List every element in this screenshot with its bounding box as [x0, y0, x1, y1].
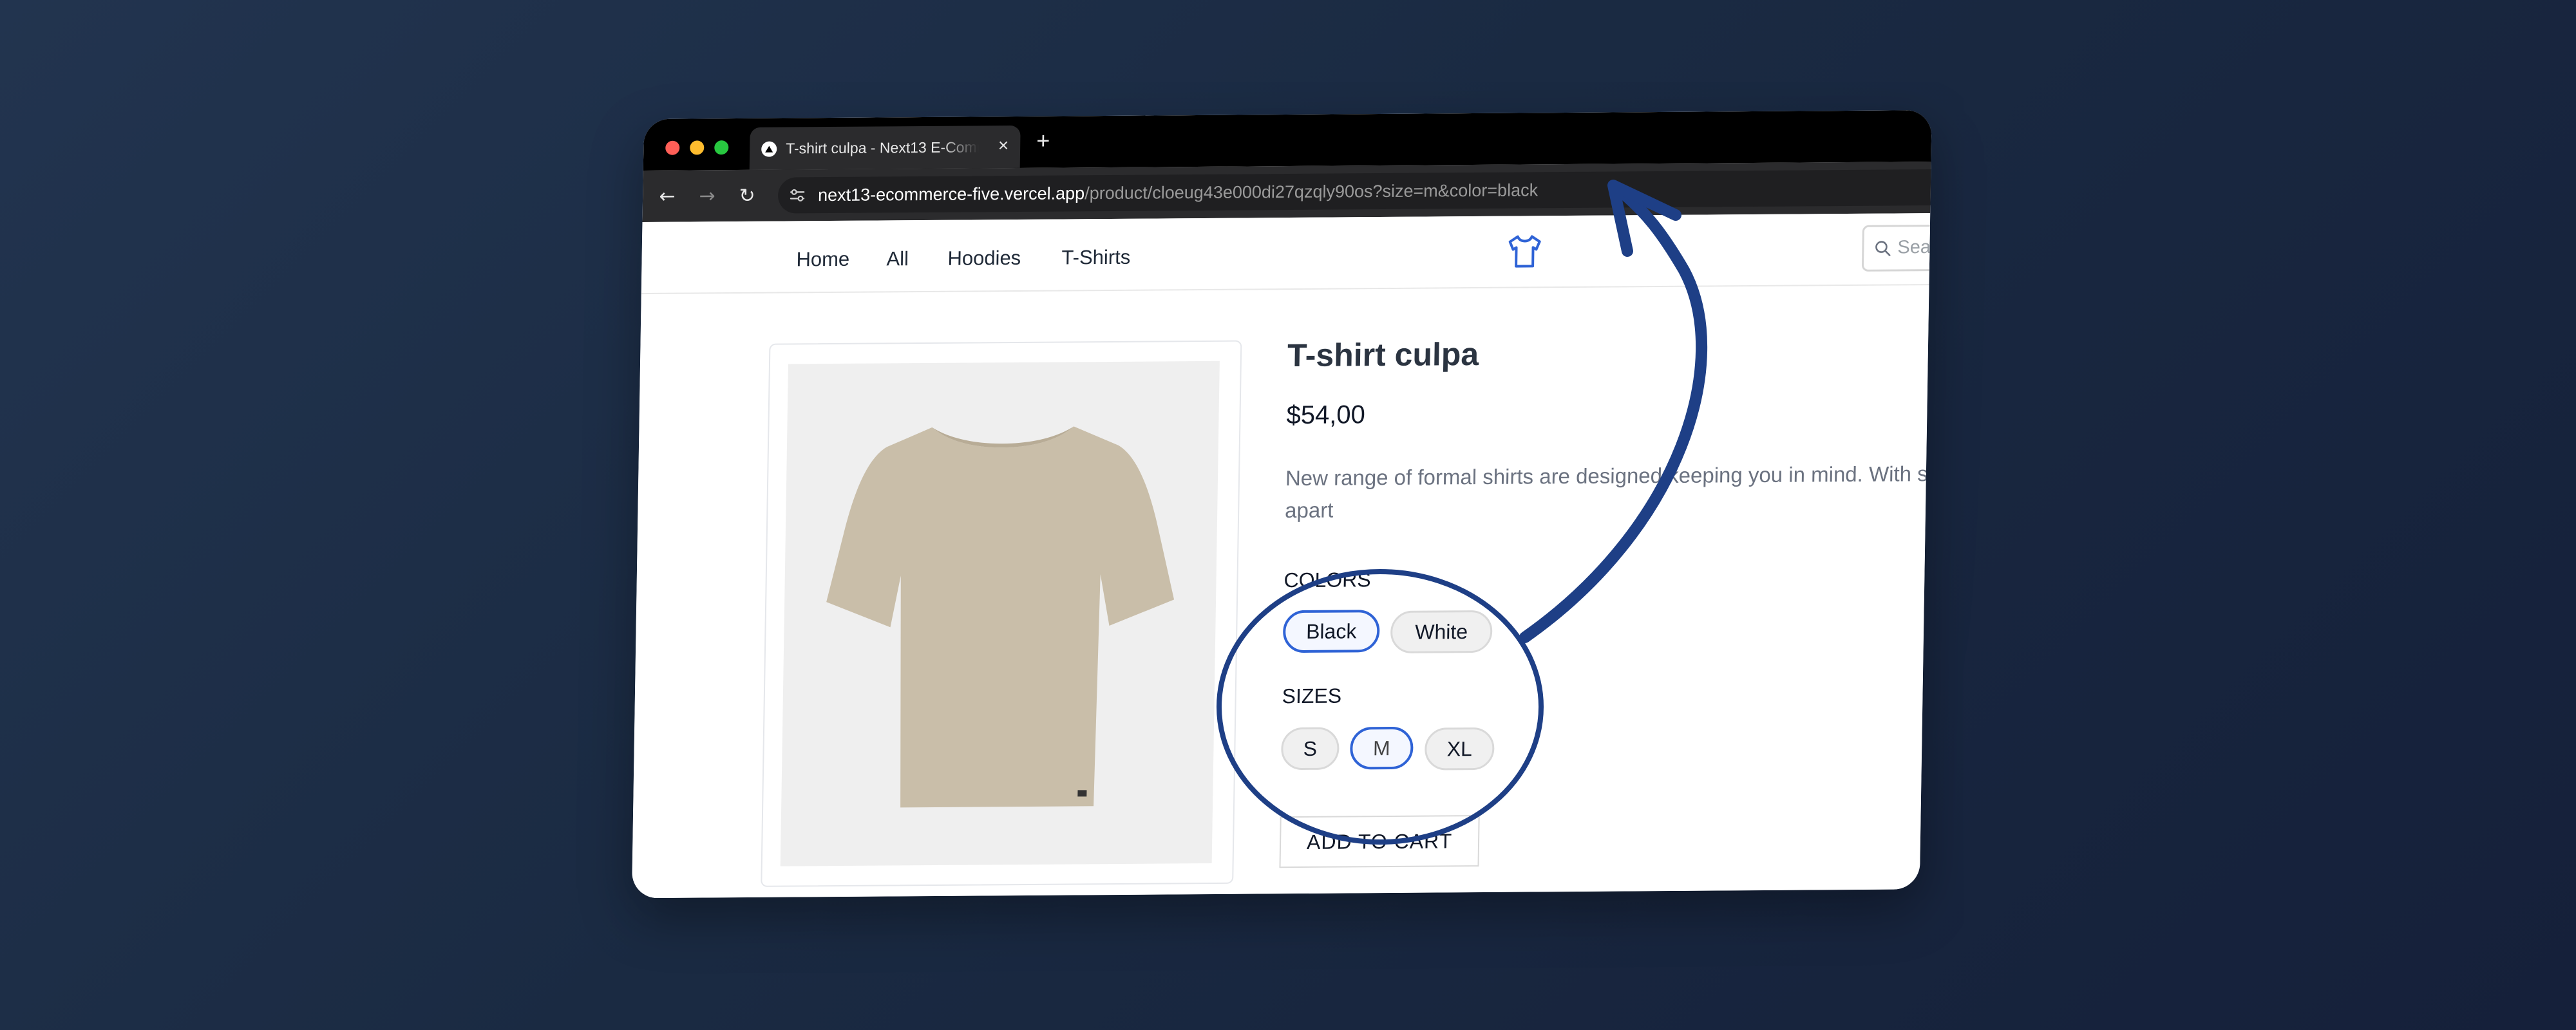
- url-path: /product/cloeug43e000di27qzqly90os?size=…: [1084, 180, 1539, 203]
- product-title: T-shirt culpa: [1287, 335, 1479, 374]
- browser-window: T-shirt culpa - Next13 E-Commerce × + ← …: [631, 110, 1932, 899]
- product-image-frame: [761, 340, 1242, 887]
- nav-link-tshirts[interactable]: T-Shirts: [1061, 246, 1130, 270]
- forward-arrow-icon[interactable]: →: [694, 183, 721, 209]
- size-option-xl[interactable]: XL: [1424, 727, 1495, 771]
- browser-tab-bar: T-shirt culpa - Next13 E-Commerce × +: [643, 110, 1932, 171]
- vercel-favicon-icon: [761, 141, 777, 157]
- add-to-cart-button[interactable]: ADD TO CART: [1279, 815, 1480, 868]
- product-image: [780, 360, 1220, 866]
- product-description: New range of formal shirts are designed …: [1284, 461, 1932, 523]
- color-option-black[interactable]: Black: [1282, 610, 1380, 653]
- size-option-m[interactable]: M: [1349, 726, 1414, 770]
- new-tab-button[interactable]: +: [1036, 127, 1050, 154]
- search-icon: [1875, 241, 1891, 256]
- product-page: Home All Hoodies T-Shirts Search T-shirt…: [631, 213, 1932, 899]
- nav-link-hoodies[interactable]: Hoodies: [947, 247, 1021, 270]
- tab-close-icon[interactable]: ×: [998, 135, 1009, 155]
- presentation-canvas: T-shirt culpa - Next13 E-Commerce × + ← …: [0, 0, 2576, 1030]
- browser-toolbar: ← → ↻ next13-ecommerce-five.vercel.app/p…: [642, 162, 1932, 223]
- site-navigation: Home All Hoodies T-Shirts Search: [641, 213, 1932, 295]
- search-placeholder: Search: [1897, 236, 1932, 258]
- url-host: next13-ecommerce-five.vercel.app: [817, 183, 1085, 205]
- window-minimize-dot[interactable]: [690, 140, 705, 155]
- product-price: $54,00: [1286, 400, 1366, 430]
- color-option-white[interactable]: White: [1390, 610, 1493, 654]
- beige-tshirt-image: [826, 426, 1175, 808]
- window-zoom-dot[interactable]: [714, 140, 729, 155]
- reload-icon[interactable]: ↻: [734, 183, 761, 209]
- nav-link-all[interactable]: All: [886, 247, 909, 270]
- tshirt-logo-icon[interactable]: [1504, 231, 1545, 271]
- window-close-dot[interactable]: [665, 140, 680, 155]
- size-option-s[interactable]: S: [1280, 727, 1340, 771]
- site-settings-icon[interactable]: [788, 186, 806, 204]
- back-arrow-icon[interactable]: ←: [654, 183, 681, 209]
- browser-tab-active[interactable]: T-shirt culpa - Next13 E-Commerce ×: [749, 125, 1021, 170]
- address-bar[interactable]: next13-ecommerce-five.vercel.app/product…: [777, 169, 1932, 214]
- sizes-label: SIZES: [1282, 684, 1342, 708]
- tab-title: T-shirt culpa - Next13 E-Commerce: [786, 138, 980, 157]
- nav-link-home[interactable]: Home: [796, 248, 849, 272]
- colors-label: COLORS: [1283, 568, 1371, 592]
- url-text[interactable]: next13-ecommerce-five.vercel.app/product…: [817, 180, 1539, 205]
- search-input[interactable]: Search: [1861, 224, 1932, 272]
